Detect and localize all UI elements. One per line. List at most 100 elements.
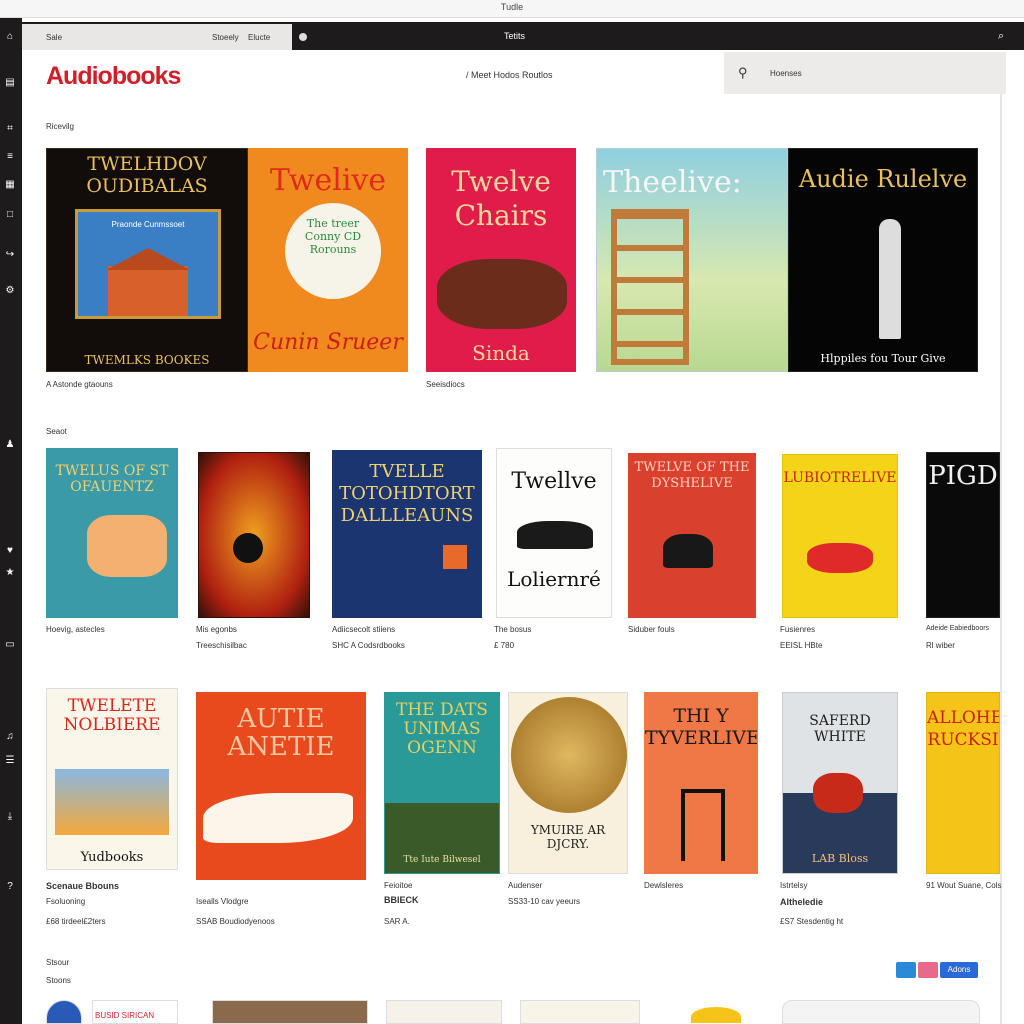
book-meta: The bosus	[494, 625, 532, 634]
cover-title: AUTIE ANETIE	[227, 704, 335, 762]
bookmark-icon[interactable]: ⌗	[2, 122, 18, 136]
search-icon[interactable]: ⌕	[998, 30, 1014, 44]
book-cover[interactable]: AUTIE ANETIE	[196, 692, 366, 880]
featured-cover[interactable]: Twelive The treer Conny CD Rorouns Cunin…	[248, 148, 408, 372]
book-cover[interactable]: THI Y TYVERLIVE	[644, 692, 758, 874]
user-icon[interactable]: ♟	[2, 438, 18, 452]
book-meta: £68 tirdeel£2ters	[46, 917, 106, 926]
cover-title: TVELLE TOTOHDTORT DALLLEAUNS	[339, 461, 475, 526]
cover-title: Twelive	[269, 163, 387, 198]
library-icon[interactable]: ▤	[2, 76, 18, 90]
book-meta: Dewlsleres	[644, 881, 684, 890]
book-cover-peek[interactable]	[520, 1000, 640, 1024]
cover-foot: Cunin Srueer	[253, 330, 403, 355]
search-panel[interactable]: ⚲ Hoenses	[724, 52, 1006, 94]
pill-button-2[interactable]	[918, 962, 938, 978]
playlist-icon[interactable]: ☰	[2, 754, 18, 768]
cover-title: LUBIOTRELIVE	[783, 470, 897, 486]
grid-icon[interactable]: ▦	[2, 178, 18, 192]
book-cover[interactable]: TVELLE TOTOHDTORT DALLLEAUNS	[332, 450, 482, 618]
action-pills: Adons	[896, 962, 978, 978]
book-meta: Isealls Vlodgre	[196, 897, 249, 906]
featured-cover[interactable]: Theelive:	[596, 148, 788, 372]
featured-cover[interactable]: TWELHDOV OUDIBALAS Praonde Cunmssoet TWE…	[46, 148, 248, 372]
book-meta: Adiicsecolt stiiens	[332, 625, 396, 634]
book-cover[interactable]: YMUIRE AR DJCRY.	[508, 692, 628, 874]
bottom-label: Stsour	[46, 958, 70, 967]
peek-text: BUSID SIRICAN	[95, 1011, 155, 1020]
book-cover[interactable]: TWELUS OF ST OFAUENTZ	[46, 448, 178, 618]
book-cover-peek[interactable]: BUSID SIRICAN	[92, 1000, 178, 1024]
cover-foot: TWEMLKS BOOKES	[84, 353, 210, 367]
cover-subtitle: Loliernré	[507, 567, 601, 591]
pill-button-1[interactable]	[896, 962, 916, 978]
heart-icon[interactable]: ♥	[2, 544, 18, 558]
nav-label[interactable]: / Meet Hodos Routlos	[466, 70, 553, 80]
tab-text-left: Sale	[46, 33, 63, 42]
book-cover[interactable]: Twellve Loliernré	[496, 448, 612, 618]
book-meta: Altheledie	[780, 897, 824, 907]
cover-foot: Tte Iute Bilwesel	[403, 855, 481, 865]
top-bar: Sale Stoeely Elucte Tetits ⌕	[22, 22, 1024, 50]
square-icon[interactable]: □	[2, 208, 18, 222]
book-cover[interactable]: PIGD	[926, 452, 1000, 618]
cover-title: ALLOHE RUCKSI	[927, 708, 1000, 750]
book-cover-peek[interactable]	[660, 1000, 760, 1024]
book-cover-peek[interactable]	[782, 1000, 980, 1024]
cover-title: Audie Rulelve	[798, 165, 968, 193]
featured-cover[interactable]: Twelve Chairs Sinda	[426, 148, 576, 372]
book-meta: BBIECK	[384, 895, 419, 905]
book-cover[interactable]: SAFERD WHITE LAB Bloss	[782, 692, 898, 874]
book-meta: Siduber fouls	[628, 625, 675, 634]
book-cover-peek[interactable]	[386, 1000, 502, 1024]
book-meta: Mis egonbs	[196, 625, 237, 634]
new-tab-button[interactable]	[299, 33, 307, 41]
headphones-icon[interactable]: ♫	[2, 730, 18, 744]
cover-title: THI Y TYVERLIVE	[645, 705, 758, 749]
share-icon[interactable]: ↪	[2, 248, 18, 262]
star-icon[interactable]: ★	[2, 566, 18, 580]
book-cover-peek[interactable]	[212, 1000, 368, 1024]
book-meta: SS33-10 cav yeeurs	[508, 897, 581, 906]
download-icon[interactable]: ⤓	[2, 810, 18, 824]
settings-icon[interactable]: ⚙	[2, 284, 18, 298]
book-cover[interactable]: TWELVE OF THE DYSHELIVE	[628, 453, 756, 618]
cover-title: PIGD	[928, 461, 998, 491]
featured-label: Ricevilg	[46, 122, 75, 131]
book-meta: Istrtelsy	[780, 881, 808, 890]
book-title[interactable]: Scenaue Bbouns	[46, 881, 119, 891]
pill-button-3[interactable]: Adons	[940, 962, 978, 978]
book-meta: SHC A Codsrdbooks	[332, 641, 405, 650]
list-icon[interactable]: ≡	[2, 150, 18, 164]
book-cover[interactable]: THE DATS UNIMAS OGENN Tte Iute Bilwesel	[384, 692, 500, 874]
window-title: Tudle	[0, 0, 1024, 18]
cover-title: TWELETE NOLBIERE	[63, 696, 161, 735]
cover-subtitle: The treer Conny CD Rorouns	[304, 217, 362, 256]
cover-foot: Sinda	[472, 341, 530, 365]
home-icon[interactable]: ⌂	[2, 30, 18, 44]
featured-cover[interactable]: Audie Rulelve Hlppiles fou Tour Give	[788, 148, 978, 372]
brand-logo[interactable]: Audiobooks	[46, 62, 181, 91]
row1-label: Seaot	[46, 427, 67, 436]
tab-active[interactable]: Sale Stoeely Elucte	[22, 24, 292, 50]
cover-title: Twelve Chairs	[451, 165, 551, 232]
book-cover[interactable]: ALLOHE RUCKSI	[926, 692, 1000, 874]
search-input[interactable]: Hoenses	[770, 69, 802, 78]
book-cover[interactable]: TWELETE NOLBIERE Yudbooks	[46, 688, 178, 870]
book-meta: Hoevig, astecles	[46, 625, 105, 634]
tab-text-right: Elucte	[248, 33, 271, 42]
book-cover-peek[interactable]	[46, 1000, 82, 1024]
book-meta: Feioitoe	[384, 881, 413, 890]
cover-foot: Hlppiles fou Tour Give	[820, 352, 946, 365]
book-meta: £ 780	[494, 641, 515, 650]
book-meta: 91 Wout Suane, Cols	[926, 881, 1002, 890]
cover-title: TWELVE OF THE DYSHELIVE	[634, 460, 750, 491]
book-cover[interactable]	[198, 452, 310, 618]
cover-foot: LAB Bloss	[811, 852, 869, 865]
book-meta: Treeschisilbac	[196, 641, 247, 650]
cover-foot: Yudbooks	[80, 850, 144, 865]
magnifier-icon: ⚲	[738, 65, 748, 80]
book-cover[interactable]: LUBIOTRELIVE	[782, 454, 898, 618]
help-icon[interactable]: ?	[2, 880, 18, 894]
device-icon[interactable]: ▭	[2, 638, 18, 652]
